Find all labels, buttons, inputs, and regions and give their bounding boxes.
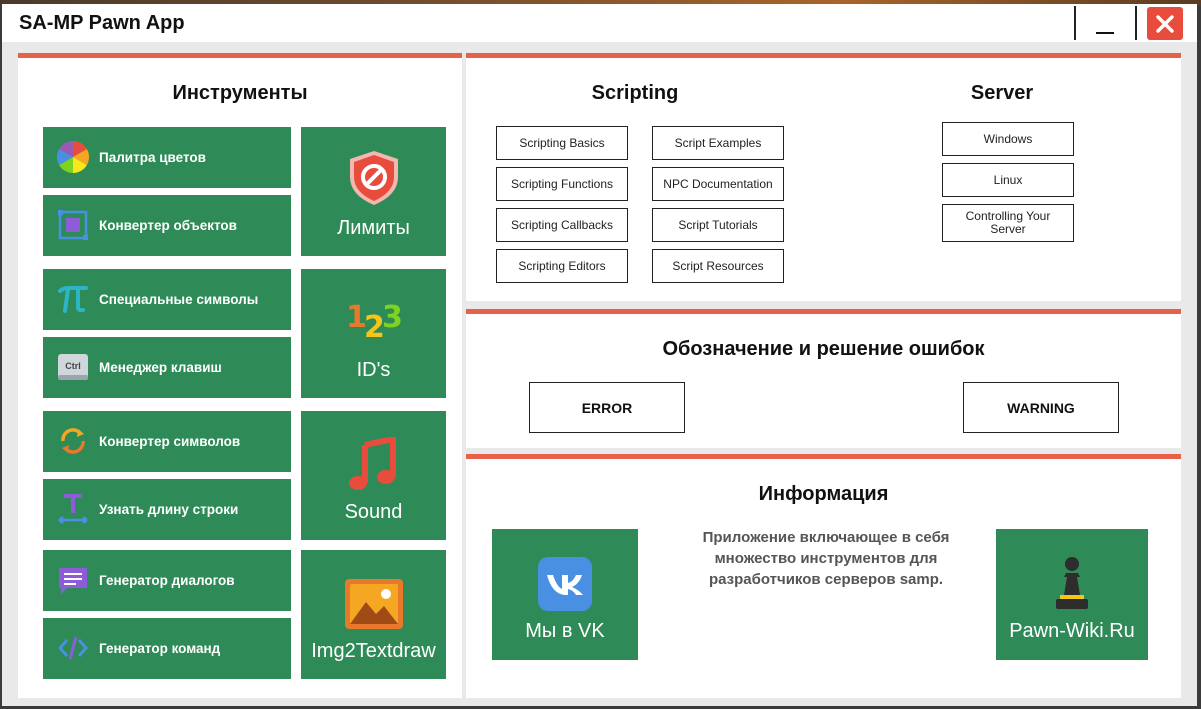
object-converter-icon [58, 210, 88, 240]
code-icon [58, 636, 88, 660]
titlebar-separator [1135, 6, 1137, 40]
info-description: Приложение включающее в себя множество и… [661, 527, 991, 590]
pawn-wiki-label: Pawn-Wiki.Ru [1009, 620, 1135, 642]
tool-label: Генератор команд [99, 641, 221, 656]
script-resources-button[interactable]: Script Resources [652, 249, 784, 283]
svg-text:Ctrl: Ctrl [65, 361, 81, 371]
tool-command-generator[interactable]: Генератор команд [43, 618, 291, 679]
tool-label: Палитра цветов [99, 150, 206, 165]
tool-label: Генератор диалогов [99, 573, 235, 588]
info-title: Информация [758, 483, 889, 505]
tool-symbol-converter[interactable]: Конвертер символов [43, 411, 291, 472]
scripting-title: Scripting [591, 82, 679, 104]
tool-label: Конвертер символов [99, 434, 241, 449]
info-description-line: множество инструментов для [714, 550, 938, 567]
error-button[interactable]: ERROR [529, 382, 685, 433]
tools-panel-title: Инструменты [172, 82, 308, 104]
chess-pawn-icon [1056, 557, 1088, 609]
tool-img2textdraw[interactable]: Img2Textdraw [301, 550, 446, 679]
minimize-button[interactable] [1090, 10, 1120, 38]
server-windows-button[interactable]: Windows [942, 122, 1074, 156]
errors-title: Обозначение и решение ошибок [662, 338, 985, 360]
tool-limits[interactable]: Лимиты [301, 127, 446, 256]
script-tutorials-button[interactable]: Script Tutorials [652, 208, 784, 242]
warning-button[interactable]: WARNING [963, 382, 1119, 433]
vk-icon [538, 557, 592, 611]
titlebar-separator [1074, 6, 1076, 40]
info-description-line: Приложение включающее в себя [702, 529, 950, 546]
scripting-functions-button[interactable]: Scripting Functions [496, 167, 628, 201]
refresh-icon [61, 428, 85, 454]
tool-string-length[interactable]: Узнать длину строки [43, 479, 291, 540]
vk-button[interactable]: Мы в VK [492, 529, 638, 660]
tool-label: Img2Textdraw [311, 640, 436, 662]
tool-label: Sound [344, 501, 403, 523]
shield-block-icon [349, 151, 398, 205]
tool-key-manager[interactable]: Ctrl Менеджер клавиш [43, 337, 291, 398]
scripting-basics-button[interactable]: Scripting Basics [496, 126, 628, 160]
pawn-wiki-button[interactable]: Pawn-Wiki.Ru [996, 529, 1148, 660]
npc-documentation-button[interactable]: NPC Documentation [652, 167, 784, 201]
dialog-icon [59, 568, 87, 594]
info-panel: Информация Мы в VK Приложение включающее… [466, 454, 1181, 698]
scripting-editors-button[interactable]: Scripting Editors [496, 249, 628, 283]
tool-label: Менеджер клавиш [99, 360, 222, 375]
close-button[interactable] [1147, 7, 1183, 40]
close-icon [1156, 14, 1174, 33]
music-note-icon [348, 437, 396, 490]
tool-special-symbols[interactable]: Специальные символы [43, 269, 291, 330]
text-length-icon [58, 494, 88, 524]
tool-label: Узнать длину строки [99, 502, 239, 517]
tool-label: Лимиты [337, 217, 410, 239]
tools-panel: Инструменты Палитра цветов Конвертер объ… [18, 53, 462, 698]
script-examples-button[interactable]: Script Examples [652, 126, 784, 160]
tool-object-converter[interactable]: Конвертер объектов [43, 195, 291, 256]
pi-icon [58, 286, 88, 313]
info-description-line: разработчиков серверов samp. [708, 571, 944, 588]
scripting-callbacks-button[interactable]: Scripting Callbacks [496, 208, 628, 242]
numbers-123-icon: 1 2 3 [346, 300, 403, 341]
server-linux-button[interactable]: Linux [942, 163, 1074, 197]
app-window: SA-MP Pawn App Инструменты Палитра цвето… [2, 4, 1197, 706]
minimize-icon [1096, 32, 1114, 34]
color-wheel-icon [57, 141, 89, 173]
title-bar[interactable]: SA-MP Pawn App [2, 4, 1197, 42]
server-title: Server [970, 82, 1034, 104]
ctrl-key-icon: Ctrl [58, 354, 88, 380]
tool-sound[interactable]: Sound [301, 411, 446, 540]
svg-text:3: 3 [382, 300, 403, 335]
errors-panel: Обозначение и решение ошибок ERROR WARNI… [466, 309, 1181, 448]
tool-label: ID's [356, 359, 391, 381]
server-controlling-button[interactable]: Controlling Your Server [942, 204, 1074, 242]
tool-dialog-generator[interactable]: Генератор диалогов [43, 550, 291, 611]
tool-label: Специальные символы [99, 292, 259, 307]
tool-ids[interactable]: 1 2 3 ID's [301, 269, 446, 398]
tool-label: Конвертер объектов [99, 218, 237, 233]
scripting-server-panel: Scripting Server Scripting Basics Script… [466, 53, 1181, 301]
vk-label: Мы в VK [525, 620, 605, 642]
app-title: SA-MP Pawn App [19, 12, 185, 34]
tool-color-palette[interactable]: Палитра цветов [43, 127, 291, 188]
image-icon [344, 579, 403, 629]
